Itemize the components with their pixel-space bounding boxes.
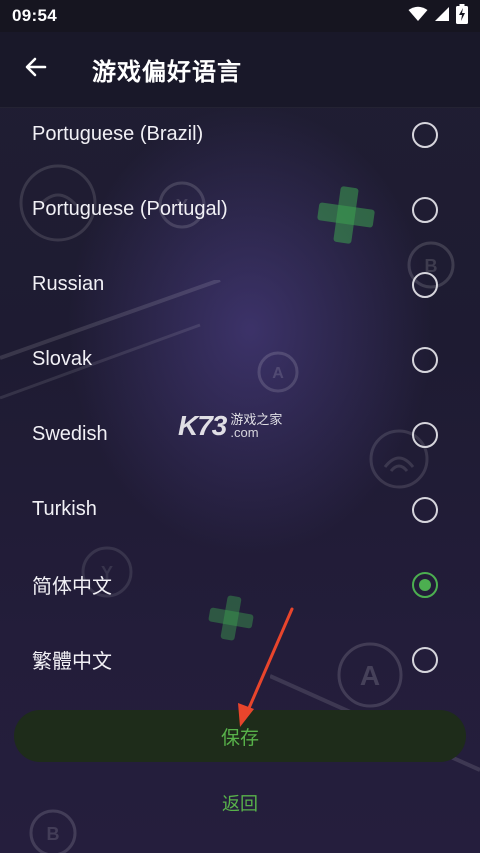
radio-button[interactable] — [412, 421, 438, 448]
wifi-icon — [408, 6, 428, 27]
watermark: K73 游戏之家 .com — [178, 410, 282, 442]
language-label: Russian — [32, 273, 105, 295]
page-title: 游戏偏好语言 — [92, 59, 242, 86]
watermark-domain: .com — [230, 425, 259, 440]
language-label: Portuguese (Brazil) — [32, 123, 204, 145]
battery-charging-icon — [456, 3, 468, 29]
arrow-left-icon — [24, 55, 48, 84]
watermark-logo: K73 — [178, 410, 227, 441]
radio-button[interactable] — [412, 121, 438, 148]
radio-dot — [419, 578, 431, 591]
back-button[interactable] — [8, 42, 64, 98]
language-option-slovak[interactable]: Slovak — [0, 322, 480, 397]
radio-button[interactable] — [412, 346, 438, 373]
language-option-portuguese-portugal[interactable]: Portuguese (Portugal) — [0, 172, 480, 247]
radio-button[interactable] — [412, 646, 438, 673]
status-bar: 09:54 — [0, 0, 480, 32]
radio-button[interactable] — [412, 196, 438, 223]
language-label: Portuguese (Portugal) — [32, 198, 228, 220]
language-label: 简体中文 — [32, 576, 112, 598]
status-icons — [408, 3, 468, 29]
language-option-portuguese-brazil[interactable]: Portuguese (Brazil) — [0, 97, 480, 172]
watermark-text: 游戏之家 .com — [230, 413, 282, 439]
language-option-russian[interactable]: Russian — [0, 247, 480, 322]
language-label: Turkish — [32, 498, 97, 520]
language-label: 繁體中文 — [32, 651, 112, 673]
back-text-button[interactable]: 返回 — [190, 784, 290, 822]
status-time: 09:54 — [12, 6, 57, 25]
annotation-arrow-icon — [230, 605, 300, 735]
language-label: Slovak — [32, 348, 93, 370]
radio-button[interactable] — [412, 271, 438, 298]
language-option-turkish[interactable]: Turkish — [0, 472, 480, 547]
svg-text:B: B — [47, 824, 60, 844]
radio-button[interactable] — [412, 496, 438, 523]
decorative-b-button-icon: B — [28, 808, 78, 853]
radio-button-selected[interactable] — [412, 571, 438, 598]
signal-icon — [434, 6, 450, 27]
